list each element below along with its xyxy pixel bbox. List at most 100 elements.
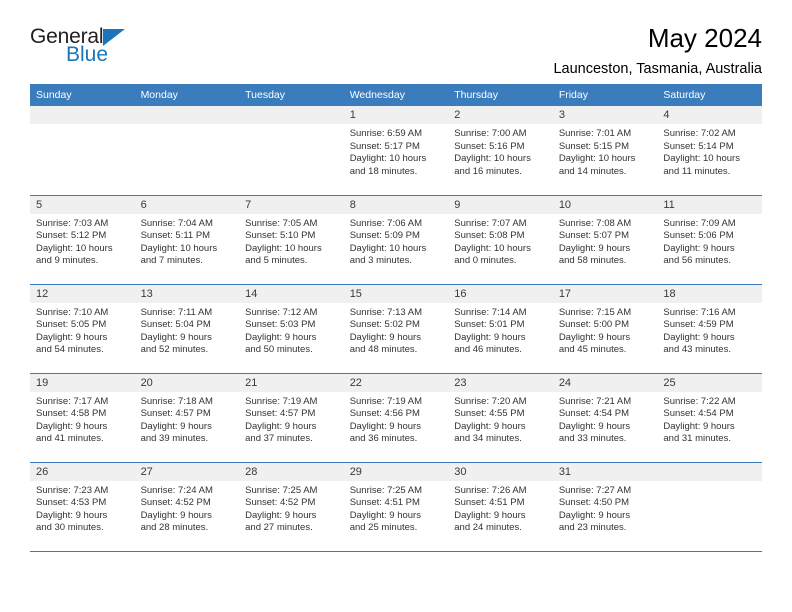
day-detail-line: Sunrise: 7:21 AM [558,395,632,407]
day-detail-line: Daylight: 9 hours [454,509,526,521]
day-detail-line: Sunset: 4:52 PM [245,497,316,509]
day-detail-line: Sunset: 5:16 PM [454,140,525,152]
calendar-day-cell[interactable]: 3 Sunrise: 7:01 AM Sunset: 5:15 PM Daylight… [552,106,658,196]
calendar-day-cell[interactable]: 28 Sunrise: 7:25 AM Sunset: 4:52 PM Dayligh… [239,462,344,552]
weekday-header-tuesday: Tuesday [239,84,344,106]
day-number: 21 [239,373,344,392]
day-number: 17 [552,284,658,303]
calendar-day-cell[interactable]: 12 Sunrise: 7:10 AM Sunset: 5:05 PM Dayligh… [30,284,135,374]
day-detail-line: Sunset: 5:01 PM [454,319,525,331]
day-detail-line: Sunrise: 7:12 AM [245,306,318,318]
calendar-day-cell[interactable]: 5 Sunrise: 7:03 AM Sunset: 5:12 PM Daylight… [30,195,135,285]
calendar-day-cell[interactable]: 29 Sunrise: 7:25 AM Sunset: 4:51 PM Dayligh… [343,462,449,552]
day-number: 29 [343,462,449,481]
title-block: May 2024 Launceston, Tasmania, Australia [553,22,762,78]
day-detail-line: Sunset: 5:06 PM [663,230,734,242]
day-detail-line: Sunrise: 7:22 AM [663,395,736,407]
calendar-day-cell[interactable]: 19 Sunrise: 7:17 AM Sunset: 4:58 PM Dayligh… [30,373,135,463]
day-detail-line: Sunrise: 7:09 AM [663,217,736,229]
day-detail-line: Daylight: 9 hours [663,420,735,432]
day-detail-line: Daylight: 10 hours [140,242,218,254]
day-detail-line: Daylight: 9 hours [140,331,212,343]
calendar-day-cell[interactable]: 13 Sunrise: 7:11 AM Sunset: 5:04 PM Dayligh… [134,284,240,374]
day-detail-line: and 48 minutes. [349,344,418,356]
day-detail-line: and 39 minutes. [140,433,209,445]
day-number: 20 [134,373,240,392]
day-detail-line: Daylight: 10 hours [663,153,740,165]
day-detail-line: Sunset: 5:09 PM [349,230,420,242]
calendar-week-row: 1 Sunrise: 6:59 AM Sunset: 5:17 PM Daylight… [30,106,762,196]
calendar-day-cell[interactable]: 21 Sunrise: 7:19 AM Sunset: 4:57 PM Dayligh… [239,373,344,463]
day-detail-line: Sunrise: 7:23 AM [36,484,109,496]
day-details: Sunrise: 7:21 AM Sunset: 4:54 PM Daylight:… [553,392,658,446]
day-number: 10 [552,195,658,214]
day-detail-line: Sunset: 4:56 PM [349,408,420,420]
day-number: 4 [657,106,762,124]
day-detail-line: and 9 minutes. [36,255,99,267]
calendar-day-cell[interactable]: 4 Sunrise: 7:02 AM Sunset: 5:14 PM Daylight… [657,106,762,196]
day-details: Sunrise: 7:17 AM Sunset: 4:58 PM Daylight:… [30,392,135,446]
calendar-day-cell[interactable]: 9 Sunrise: 7:07 AM Sunset: 5:08 PM Daylight… [448,195,553,285]
calendar-day-cell[interactable]: 7 Sunrise: 7:05 AM Sunset: 5:10 PM Daylight… [239,195,344,285]
day-number: 12 [30,284,135,303]
page-subtitle: Launceston, Tasmania, Australia [553,60,762,77]
day-details: Sunrise: 7:22 AM Sunset: 4:54 PM Daylight:… [657,392,762,446]
calendar-day-cell[interactable]: 15 Sunrise: 7:13 AM Sunset: 5:02 PM Dayligh… [343,284,449,374]
calendar-day-cell[interactable]: 20 Sunrise: 7:18 AM Sunset: 4:57 PM Dayligh… [134,373,240,463]
calendar-day-cell[interactable]: 11 Sunrise: 7:09 AM Sunset: 5:06 PM Dayligh… [657,195,762,285]
calendar-week-row: 19 Sunrise: 7:17 AM Sunset: 4:58 PM Dayligh… [30,373,762,463]
day-detail-line: Sunset: 4:55 PM [454,408,525,420]
day-number: 16 [448,284,553,303]
day-details [135,124,240,128]
calendar-day-cell[interactable]: 25 Sunrise: 7:22 AM Sunset: 4:54 PM Dayligh… [657,373,762,463]
day-details: Sunrise: 7:02 AM Sunset: 5:14 PM Daylight:… [657,124,762,178]
calendar-week-row: 26 Sunrise: 7:23 AM Sunset: 4:53 PM Dayligh… [30,462,762,552]
calendar-day-cell[interactable]: 2 Sunrise: 7:00 AM Sunset: 5:16 PM Daylight… [448,106,553,196]
day-number: 30 [448,462,553,481]
day-number: 14 [239,284,344,303]
day-detail-line: and 54 minutes. [36,344,104,356]
day-number: 8 [343,195,449,214]
calendar-day-cell[interactable]: 22 Sunrise: 7:19 AM Sunset: 4:56 PM Dayligh… [343,373,449,463]
day-detail-line: Daylight: 9 hours [663,242,735,254]
calendar-day-cell[interactable]: 10 Sunrise: 7:08 AM Sunset: 5:07 PM Dayligh… [552,195,658,285]
calendar-day-cell[interactable]: 17 Sunrise: 7:15 AM Sunset: 5:00 PM Dayligh… [552,284,658,374]
day-detail-line: Sunrise: 7:19 AM [245,395,318,407]
calendar-day-cell[interactable]: 23 Sunrise: 7:20 AM Sunset: 4:55 PM Dayligh… [448,373,553,463]
day-details: Sunrise: 7:05 AM Sunset: 5:10 PM Daylight:… [239,214,344,268]
day-details: Sunrise: 7:03 AM Sunset: 5:12 PM Daylight:… [30,214,135,268]
day-detail-line: Sunset: 5:07 PM [558,230,630,242]
day-detail-line: Sunset: 5:14 PM [663,140,734,152]
day-detail-line: Sunset: 5:05 PM [36,319,107,331]
day-details: Sunrise: 7:15 AM Sunset: 5:00 PM Daylight:… [553,303,658,357]
calendar-day-cell[interactable]: 30 Sunrise: 7:26 AM Sunset: 4:51 PM Dayligh… [448,462,553,552]
calendar-day-cell[interactable]: 1 Sunrise: 6:59 AM Sunset: 5:17 PM Daylight… [343,106,449,196]
calendar-day-cell[interactable]: 8 Sunrise: 7:06 AM Sunset: 5:09 PM Daylight… [343,195,449,285]
day-detail-line: and 46 minutes. [454,344,522,356]
calendar-day-cell[interactable]: 14 Sunrise: 7:12 AM Sunset: 5:03 PM Dayligh… [239,284,344,374]
day-number: 19 [30,373,135,392]
calendar-day-cell[interactable]: 18 Sunrise: 7:16 AM Sunset: 4:59 PM Dayligh… [657,284,762,374]
calendar-day-cell[interactable]: 16 Sunrise: 7:14 AM Sunset: 5:01 PM Dayligh… [448,284,553,374]
day-detail-line: Sunrise: 7:00 AM [454,128,527,139]
calendar-day-cell[interactable]: 31 Sunrise: 7:27 AM Sunset: 4:50 PM Dayligh… [552,462,658,552]
day-detail-line: Sunrise: 7:14 AM [454,306,527,318]
day-detail-line: Sunrise: 7:15 AM [558,306,632,318]
calendar-day-cell[interactable]: 6 Sunrise: 7:04 AM Sunset: 5:11 PM Daylight… [134,195,240,285]
day-detail-line: Daylight: 10 hours [245,242,322,254]
day-details: Sunrise: 7:19 AM Sunset: 4:56 PM Daylight:… [344,392,449,446]
calendar-day-cell[interactable]: 24 Sunrise: 7:21 AM Sunset: 4:54 PM Dayligh… [552,373,658,463]
calendar-day-cell-empty [657,462,762,552]
day-details: Sunrise: 7:26 AM Sunset: 4:51 PM Daylight:… [448,481,553,535]
calendar-day-cell-empty [30,106,135,196]
day-detail-line: Daylight: 9 hours [558,242,631,254]
calendar-day-cell[interactable]: 26 Sunrise: 7:23 AM Sunset: 4:53 PM Dayligh… [30,462,135,552]
day-detail-line: Sunrise: 7:19 AM [349,395,423,407]
calendar-day-cell[interactable]: 27 Sunrise: 7:24 AM Sunset: 4:52 PM Dayligh… [134,462,240,552]
page-header: General Blue May 2024 Launceston, Tasman… [30,0,762,82]
day-detail-line: Daylight: 9 hours [36,331,108,343]
day-detail-line: Daylight: 9 hours [245,420,317,432]
day-detail-line: and 58 minutes. [558,255,627,267]
day-detail-line: Sunset: 4:51 PM [349,497,420,509]
day-detail-line: and 31 minutes. [663,433,731,445]
